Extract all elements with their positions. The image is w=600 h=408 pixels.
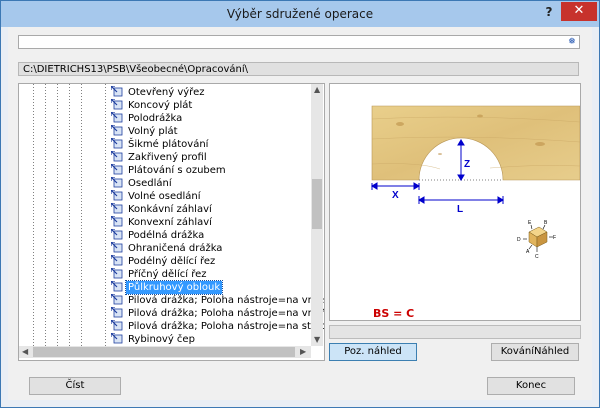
cube-label-e: E — [528, 220, 532, 226]
preview-position-button[interactable]: Poz. náhled — [329, 343, 417, 361]
tree-item-label: Příčný dělící řez — [128, 269, 207, 280]
cube-label-b: B — [544, 220, 548, 226]
tree-item[interactable]: Konvexní záhlaví — [110, 215, 214, 229]
scroll-left-icon[interactable]: ◀ — [22, 346, 28, 358]
tree-item-label: Konkávní záhlaví — [128, 204, 212, 215]
tree-item-label: Plátování s ozubem — [128, 165, 226, 176]
tree-item[interactable]: Volný plát — [110, 124, 180, 138]
tree-item[interactable]: Volné osedlání — [110, 189, 202, 203]
operation-icon — [110, 241, 123, 254]
tree-horizontal-scroll-thumb[interactable] — [33, 347, 295, 357]
tree-item-label: Pilová drážka; Poloha nástroje=na vnější — [128, 295, 325, 306]
operation-icon — [110, 202, 123, 215]
tree-item-label: Pilová drážka; Poloha nástroje=na vnitřn — [128, 308, 325, 319]
operation-icon — [110, 189, 123, 202]
operation-icon — [110, 306, 123, 319]
operation-tree[interactable]: Otevřený výřez Koncový plát Polodrážka Voln… — [18, 83, 325, 361]
tree-vertical-scrollbar[interactable]: ▲ ▼ — [311, 84, 323, 346]
operation-icon — [110, 319, 123, 332]
half-round-arch-diagram: Z X L E B D F A C — [371, 105, 580, 260]
tree-item-label: Otevřený výřez — [128, 87, 205, 98]
end-button[interactable]: Konec — [487, 377, 575, 395]
tree-item-label: Půlkruhový oblouk — [124, 280, 224, 295]
bs-formula: BS = C — [373, 307, 415, 320]
scroll-right-icon[interactable]: ▶ — [300, 346, 306, 358]
tree-item[interactable]: Plátování s ozubem — [110, 163, 228, 177]
dialog-body: ❅ C:\DIETRICHS13\PSB\Všeobecné\Opracován… — [8, 27, 592, 400]
preview-render-button[interactable]: KováníNáhled — [491, 343, 579, 361]
close-icon: ✕ — [573, 3, 585, 18]
dimension-l-label: L — [457, 204, 463, 215]
tree-item[interactable]: Příčný dělící řez — [110, 267, 208, 281]
tree-item-label: Koncový plát — [128, 100, 193, 111]
operation-preview: Z X L E B D F A C BS = C — [329, 83, 581, 321]
folder-path: C:\DIETRICHS13\PSB\Všeobecné\Opracování\ — [18, 62, 579, 76]
scroll-down-icon[interactable]: ▼ — [314, 334, 320, 346]
preview-status-bar — [329, 325, 581, 339]
operation-icon — [110, 163, 123, 176]
read-button[interactable]: Číst — [29, 377, 121, 395]
cube-label-c: C — [535, 254, 539, 260]
cube-label-d: D — [517, 237, 521, 243]
dialog-window: Výběr sdružené operace ? ✕ ❅ C:\DIETRICH… — [0, 0, 600, 408]
tree-item-label: Šikmé plátování — [128, 139, 209, 150]
tree-item-label: Konvexní záhlaví — [128, 217, 212, 228]
tree-item[interactable]: Podélná drážka — [110, 228, 206, 242]
tree-guide-lines — [33, 84, 106, 346]
operation-icon — [110, 280, 123, 293]
title-bar: Výběr sdružené operace ? ✕ — [1, 1, 599, 27]
tree-item[interactable]: Polodrážka — [110, 111, 184, 125]
tree-item-label: Osedlání — [128, 178, 172, 189]
tree-item-selected[interactable]: Půlkruhový oblouk — [110, 280, 224, 295]
tree-item-label: Pilová drážka; Poloha nástroje=na střed — [128, 321, 325, 332]
tree-item[interactable]: Šikmé plátování — [110, 137, 210, 151]
search-input[interactable] — [18, 35, 580, 49]
tree-item-label: Podélná drážka — [128, 230, 205, 241]
operation-icon — [110, 254, 123, 267]
tree-item-label: Volný plát — [128, 126, 178, 137]
tree-item[interactable]: Pilová drážka; Poloha nástroje=na střed — [110, 319, 325, 333]
cube-label-a: A — [526, 249, 530, 255]
help-button[interactable]: ? — [540, 3, 558, 21]
operation-icon — [110, 215, 123, 228]
operation-icon — [110, 111, 123, 124]
tree-item[interactable]: Otevřený výřez — [110, 85, 206, 99]
operation-icon — [110, 228, 123, 241]
dimension-x-label: X — [392, 190, 399, 201]
operation-icon — [110, 267, 123, 280]
operation-icon — [110, 137, 123, 150]
tree-item-label: Zakřivený profil — [128, 152, 207, 163]
operation-icon — [110, 124, 123, 137]
tree-item-label: Rybinový čep — [128, 334, 195, 345]
operation-icon — [110, 293, 123, 306]
orientation-cube-icon: E B D F A C — [517, 220, 556, 260]
operation-icon — [110, 176, 123, 189]
tree-item[interactable]: Pilová drážka; Poloha nástroje=na vnitřn — [110, 306, 325, 320]
dimension-z-label: Z — [464, 159, 470, 170]
search-icon[interactable]: ❅ — [567, 37, 577, 47]
tree-item-label: Volné osedlání — [128, 191, 201, 202]
tree-horizontal-scrollbar[interactable]: ◀ ▶ — [19, 346, 311, 358]
operation-icon — [110, 150, 123, 163]
tree-item[interactable]: Koncový plát — [110, 98, 194, 112]
scroll-up-icon[interactable]: ▲ — [314, 84, 320, 96]
tree-item-label: Podélný dělící řez — [128, 256, 216, 267]
tree-item[interactable]: Ohraničená drážka — [110, 241, 224, 255]
tree-item[interactable]: Konkávní záhlaví — [110, 202, 214, 216]
operation-icon — [110, 98, 123, 111]
tree-item[interactable]: Rybinový čep — [110, 332, 197, 346]
operation-icon — [110, 332, 123, 345]
close-button[interactable]: ✕ — [561, 2, 597, 21]
tree-item[interactable]: Podélný dělící řez — [110, 254, 217, 268]
tree-item[interactable]: Pilová drážka; Poloha nástroje=na vnější — [110, 293, 325, 307]
window-title: Výběr sdružené operace — [226, 7, 374, 21]
tree-item-label: Polodrážka — [128, 113, 183, 124]
operation-icon — [110, 85, 123, 98]
tree-item-label: Ohraničená drážka — [128, 243, 223, 254]
cube-label-f: F — [553, 235, 556, 241]
tree-item[interactable]: Osedlání — [110, 176, 174, 190]
tree-vertical-scroll-thumb[interactable] — [312, 179, 322, 229]
tree-item[interactable]: Zakřivený profil — [110, 150, 209, 164]
